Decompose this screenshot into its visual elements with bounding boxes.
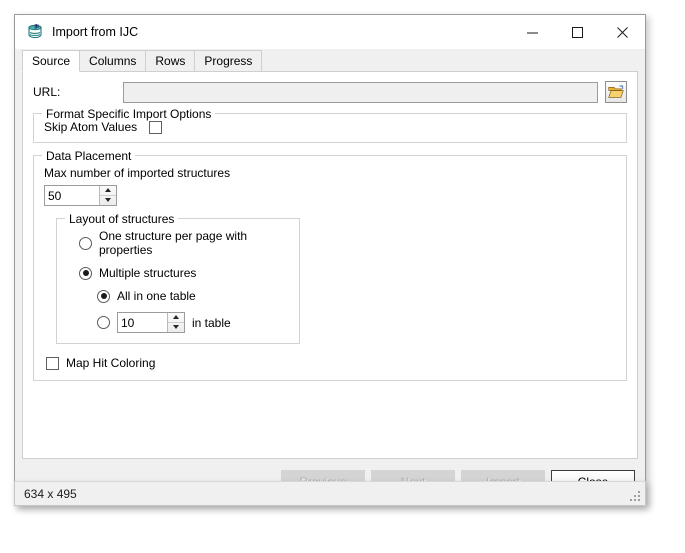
map-hit-coloring-label: Map Hit Coloring [66,356,155,370]
close-button[interactable] [600,15,645,49]
tab-rows[interactable]: Rows [145,50,195,71]
skip-atom-values-checkbox[interactable] [149,121,162,134]
tab-source[interactable]: Source [22,50,80,72]
max-structures-spinner-buttons [99,186,116,205]
max-structures-increment-button[interactable] [100,186,116,196]
radio-multiple-structures[interactable]: Multiple structures [79,266,289,280]
one-structure-label: One structure per page with properties [99,229,289,257]
count-in-table-radio-indicator [97,316,110,329]
folder-open-icon [608,85,624,99]
url-input[interactable] [123,82,598,103]
all-in-one-table-label: All in one table [117,289,196,303]
radio-one-structure-per-page[interactable]: One structure per page with properties [79,229,289,257]
format-options-group: Format Specific Import Options Skip Atom… [33,113,627,143]
status-bar: 634 x 495 [14,481,646,506]
skip-atom-values-label: Skip Atom Values [44,120,137,134]
format-options-title: Format Specific Import Options [42,107,215,121]
structures-per-table-input[interactable] [118,313,167,332]
window-size-text: 634 x 495 [24,487,77,501]
layout-of-structures-title: Layout of structures [65,212,178,226]
minimize-button[interactable] [510,15,555,49]
close-icon [616,26,629,39]
arrow-up-icon [105,188,111,192]
multiple-structures-radio-indicator [79,267,92,280]
window-title: Import from IJC [52,25,138,39]
title-bar: Import from IJC [15,15,645,49]
structures-per-table-spinner[interactable] [117,312,185,333]
all-in-one-table-radio-indicator [97,290,110,303]
max-structures-input[interactable] [45,186,99,205]
radio-count-in-table[interactable]: in table [97,312,289,333]
tab-panel-wrapper: URL: Format Specific Import Options Skip… [15,71,645,459]
arrow-up-icon [173,315,179,319]
radio-all-in-one-table[interactable]: All in one table [97,289,289,303]
tab-strip: Source Columns Rows Progress [15,49,645,71]
tab-progress[interactable]: Progress [194,50,262,71]
multiple-structures-label: Multiple structures [99,266,196,280]
max-structures-decrement-button[interactable] [100,196,116,206]
map-hit-coloring-checkbox[interactable] [46,357,59,370]
layout-of-structures-group: Layout of structures One structure per p… [56,218,300,344]
browse-folder-button[interactable] [605,81,627,103]
max-structures-spinner[interactable] [44,185,117,206]
ijc-app-icon [26,23,44,41]
maximize-icon [571,26,584,39]
window-controls [510,15,645,49]
structures-per-table-spinner-buttons [167,313,184,332]
arrow-down-icon [173,325,179,329]
tab-columns[interactable]: Columns [79,50,146,71]
minimize-icon [526,26,539,39]
structures-per-table-decrement-button[interactable] [168,323,184,333]
url-row: URL: [33,81,627,103]
one-structure-radio-indicator [79,237,92,250]
maximize-button[interactable] [555,15,600,49]
map-hit-coloring-row[interactable]: Map Hit Coloring [46,356,616,370]
data-placement-title: Data Placement [42,149,135,163]
in-table-label: in table [192,316,231,330]
max-structures-label: Max number of imported structures [44,166,616,180]
source-tab-panel: URL: Format Specific Import Options Skip… [22,71,638,459]
skip-atom-values-row: Skip Atom Values [44,120,616,134]
arrow-down-icon [105,198,111,202]
structures-per-table-increment-button[interactable] [168,313,184,323]
resize-grip[interactable] [628,489,640,501]
url-label: URL: [33,85,123,99]
import-dialog-window: Import from IJC Source Columns [14,14,646,506]
data-placement-group: Data Placement Max number of imported st… [33,155,627,381]
